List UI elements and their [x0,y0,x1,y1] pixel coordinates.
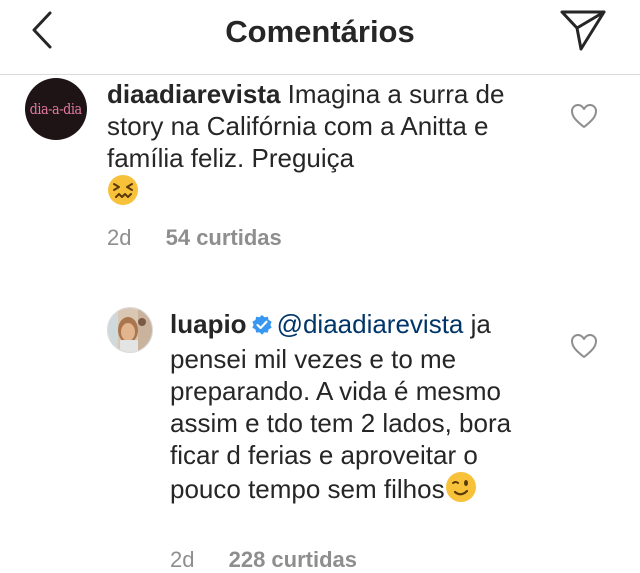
avatar-photo [108,308,152,352]
winking-face-emoji [445,471,477,510]
comment-time: 2d [107,225,132,250]
page-title: Comentários [225,14,415,49]
comment-time: 2d [170,547,195,572]
comment-item: dia-a-dia diaadiarevista Imagina a surra… [0,75,640,275]
comment-username[interactable]: diaadiarevista [107,79,280,109]
comment-meta: 2d 54 curtidas [107,225,282,251]
confounded-face-emoji [107,174,139,213]
avatar[interactable]: dia-a-dia [25,78,87,140]
header-bar: Comentários [0,0,640,75]
comment-mention[interactable]: @diaadiarevista [277,309,464,339]
comment-username[interactable]: luapio [170,309,247,339]
paper-plane-icon [560,10,606,51]
comment-text: diaadiarevista Imagina a surra de story … [107,78,517,213]
comment-item: luapio @diaadiarevista ja pensei mil vez… [0,305,640,572]
like-button[interactable] [570,103,598,129]
verified-badge-icon [251,311,273,343]
comment-meta: 2d 228 curtidas [170,547,357,573]
heart-icon [571,334,597,358]
heart-icon [571,104,597,128]
avatar[interactable] [107,307,153,353]
share-button[interactable] [558,6,608,54]
comment-text: luapio @diaadiarevista ja pensei mil vez… [170,308,550,510]
comment-likes[interactable]: 228 curtidas [229,547,357,572]
like-button[interactable] [570,333,598,359]
comment-likes[interactable]: 54 curtidas [166,225,282,250]
avatar-logo-text: dia-a-dia [29,100,83,118]
